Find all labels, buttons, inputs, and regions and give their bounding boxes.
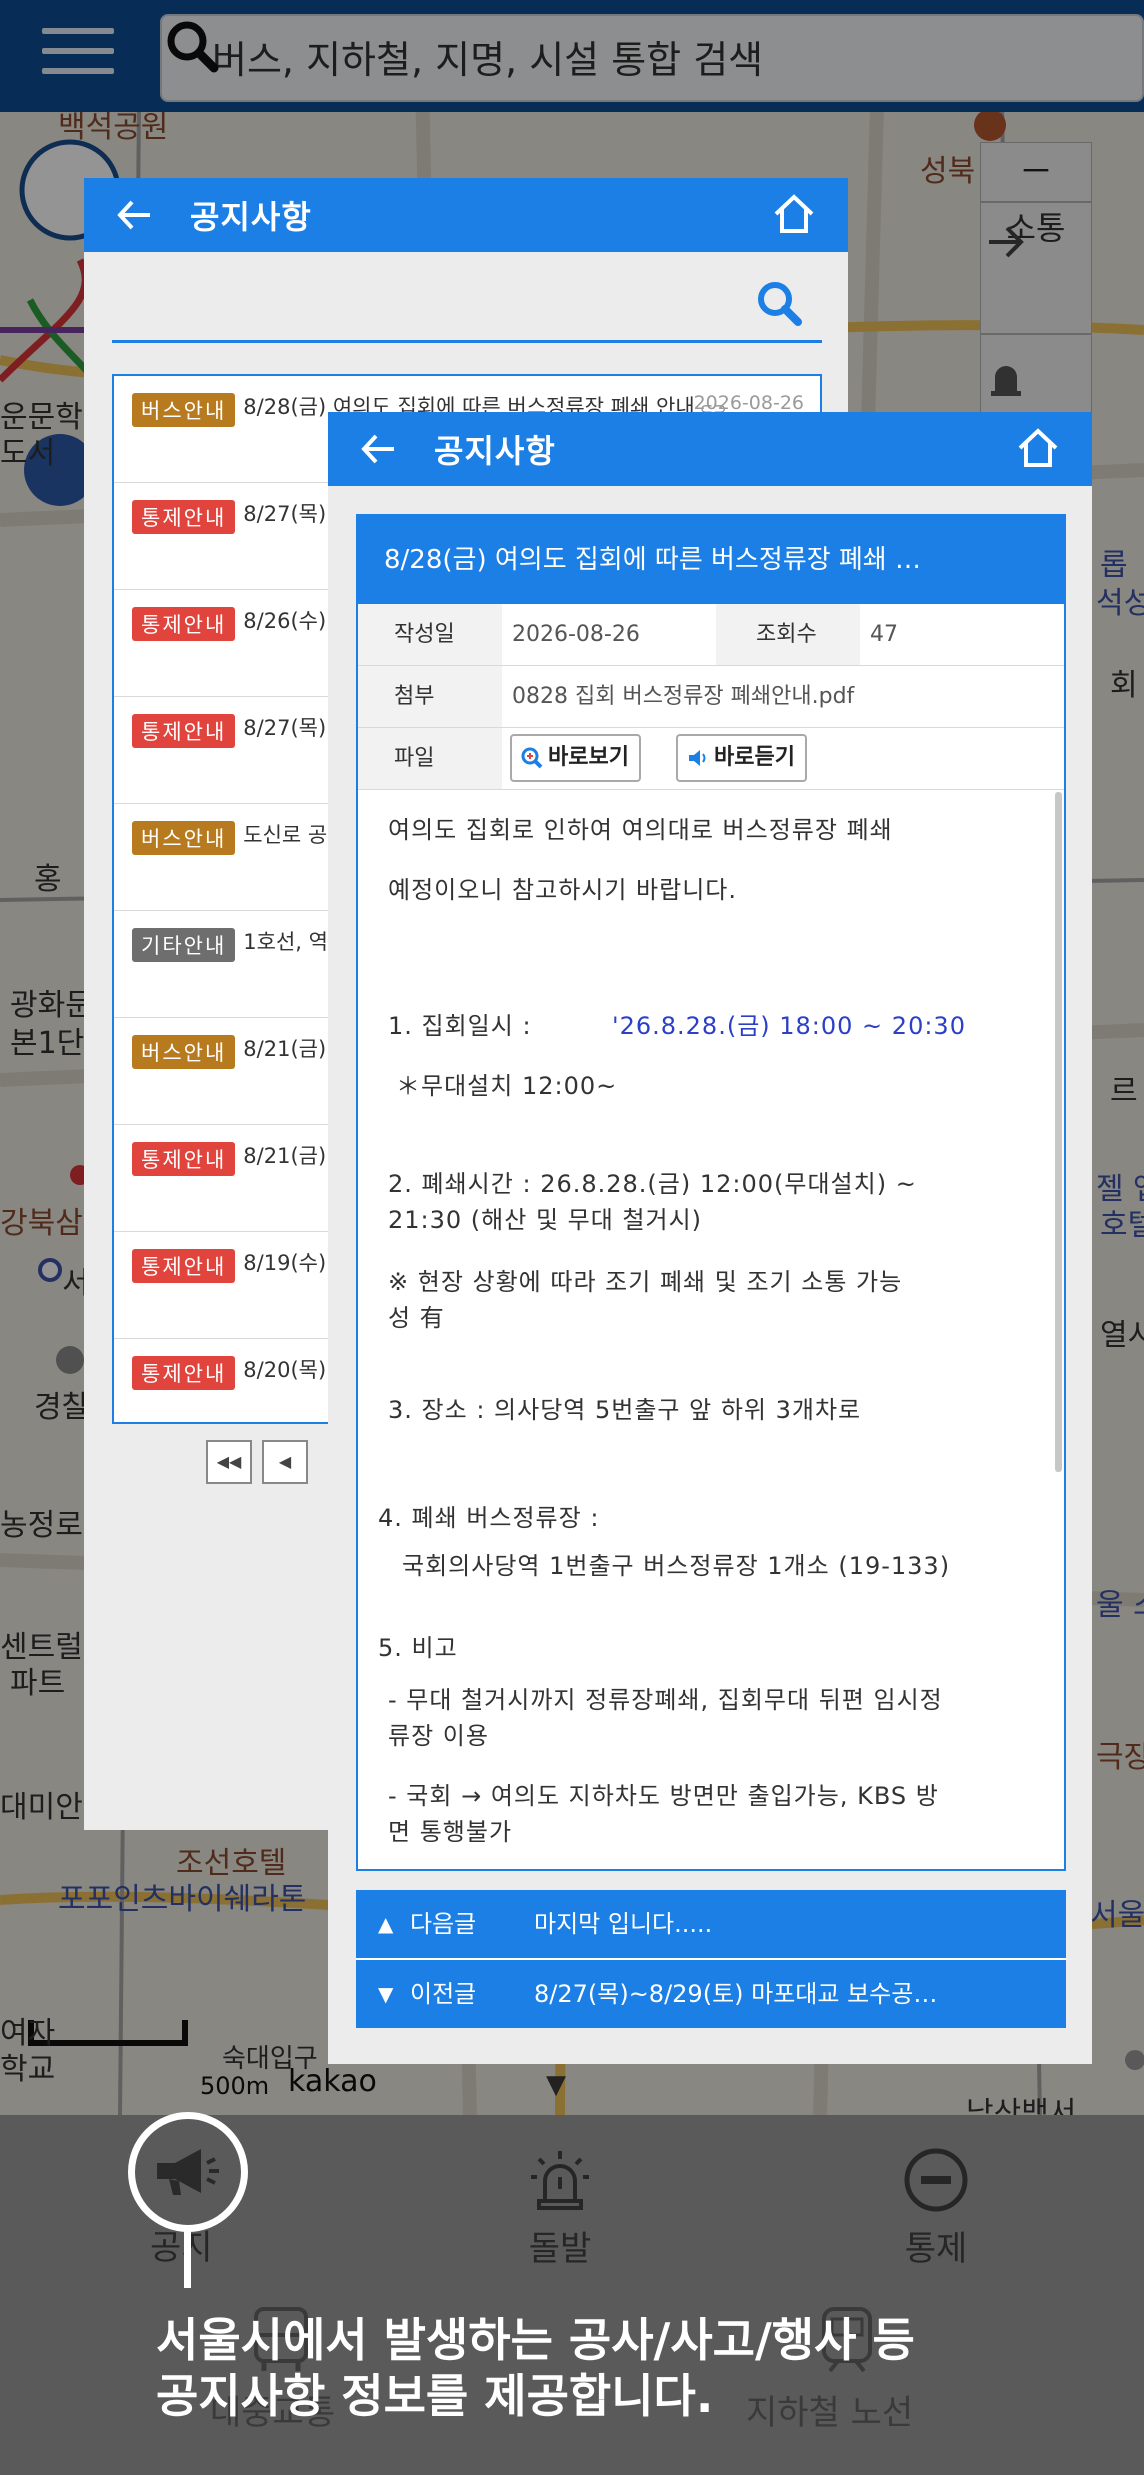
body-text: 국회의사당역 1번출구 버스정류장 1개소 (19-133): [402, 1552, 951, 1580]
prev-post-link[interactable]: ▼ 이전글 8/27(목)~8/29(토) 마포대교 보수공…: [356, 1960, 1066, 2028]
body-text: 5. 비고: [378, 1634, 458, 1662]
notice-body: 여의도 집회로 인하여 여의대로 버스정류장 폐쇄 예정이오니 참고하시기 바랍…: [358, 790, 1048, 1850]
search-icon[interactable]: [754, 278, 804, 328]
body-text: 예정이오니 참고하시기 바랍니다.: [388, 876, 738, 904]
notice-search-input[interactable]: [112, 274, 742, 326]
notice-item-date: 2026-08-26: [693, 392, 804, 414]
panel-header: 공지사항: [84, 178, 848, 252]
pagination: ◀◀ ◀: [206, 1440, 318, 1486]
prev-page-button[interactable]: ◀: [262, 1440, 308, 1484]
body-text: ※ 현장 상황에 따라 조기 폐쇄 및 조기 소통 가능: [388, 1268, 903, 1296]
date-value: 2026-08-26: [512, 622, 640, 647]
attachment-label: 첨부: [358, 666, 502, 727]
next-post-title: 마지막 입니다.....: [534, 1910, 713, 1938]
up-triangle-icon: ▲: [378, 1912, 394, 1936]
meta-row-attachment: 첨부 0828 집회 버스정류장 폐쇄안내.pdf: [358, 666, 1064, 728]
date-label: 작성일: [358, 604, 502, 665]
body-text: - 국회 → 여의도 지하차도 방면만 출입가능, KBS 방: [388, 1782, 939, 1810]
notice-detail-panel: 공지사항 8/28(금) 여의도 집회에 따른 버스정류장 폐쇄 … 작성일 2…: [328, 412, 1092, 2064]
next-post-label: 다음글: [410, 1910, 477, 1938]
category-badge: 통제안내: [132, 1141, 236, 1176]
nav-control[interactable]: 통제: [876, 2145, 996, 2270]
nav-notice-label: 공지: [150, 2228, 213, 2268]
body-text: 류장 이용: [388, 1722, 489, 1750]
search-underline: [112, 340, 822, 343]
category-badge: 통제안내: [132, 713, 236, 748]
tooltip: 서울시에서 발생하는 공사/사고/행사 등 공지사항 정보를 제공합니다.: [156, 2312, 915, 2424]
down-triangle-icon: ▼: [378, 1982, 394, 2006]
nav-notice[interactable]: [128, 2112, 248, 2232]
category-badge: 기타안내: [132, 927, 236, 962]
body-text: 여의도 집회로 인하여 여의대로 버스정류장 폐쇄: [388, 816, 893, 844]
views-value: 47: [870, 622, 898, 647]
view-file-button[interactable]: 바로보기: [510, 734, 641, 782]
category-badge: 버스안내: [132, 820, 236, 855]
body-text: - 무대 철거시까지 정류장폐쇄, 집회무대 뒤편 임시정: [388, 1686, 943, 1714]
home-icon[interactable]: [1014, 424, 1062, 472]
meta-row-file: 파일 바로보기 바로듣기: [358, 728, 1064, 790]
listen-file-button[interactable]: 바로듣기: [676, 734, 807, 782]
body-text: 2. 폐쇄시간 : 26.8.28.(금) 12:00(무대설치) ~: [388, 1170, 917, 1198]
category-badge: 통제안내: [132, 499, 236, 534]
body-text: 3. 장소 : 의사당역 5번출구 앞 하위 3개차로: [388, 1396, 862, 1424]
category-badge: 버스안내: [132, 392, 236, 427]
meta-row-date: 작성일 2026-08-26 조회수 47: [358, 604, 1064, 666]
megaphone-icon: [157, 2149, 219, 2195]
category-badge: 버스안내: [132, 1034, 236, 1069]
notice-title: 8/28(금) 여의도 집회에 따른 버스정류장 폐쇄 …: [358, 516, 1064, 604]
back-arrow-icon[interactable]: [356, 426, 402, 472]
views-label: 조회수: [716, 604, 860, 665]
file-label: 파일: [358, 728, 502, 789]
tooltip-line: 서울시에서 발생하는 공사/사고/행사 등: [156, 2313, 915, 2367]
zoom-in-icon: [521, 747, 543, 769]
category-badge: 통제안내: [132, 1248, 236, 1283]
body-text: 21:30 (해산 및 무대 철거시): [388, 1206, 703, 1234]
panel-title: 공지사항: [434, 432, 556, 470]
no-entry-icon: [904, 2148, 968, 2212]
body-text: 1. 집회일시 :: [388, 1012, 532, 1040]
prev-post-label: 이전글: [410, 1980, 477, 2008]
home-icon[interactable]: [770, 190, 818, 238]
siren-icon: [531, 2151, 589, 2210]
down-arrow-icon: ▼: [546, 2070, 566, 2100]
body-text: 면 통행불가: [388, 1818, 513, 1846]
body-text-highlight: '26.8.28.(금) 18:00 ~ 20:30: [612, 1012, 966, 1040]
category-badge: 통제안내: [132, 1355, 236, 1390]
back-arrow-icon[interactable]: [112, 192, 158, 238]
body-text: ＊무대설치 12:00~: [396, 1072, 618, 1100]
next-post-link[interactable]: ▲ 다음글 마지막 입니다.....: [356, 1890, 1066, 1958]
tooltip-pointer: [184, 2228, 191, 2288]
category-badge: 통제안내: [132, 606, 236, 641]
tooltip-line: 공지사항 정보를 제공합니다.: [156, 2369, 714, 2423]
body-text: 성 有: [388, 1304, 445, 1332]
prev-post-title: 8/27(목)~8/29(토) 마포대교 보수공…: [534, 1980, 938, 2008]
panel-header: 공지사항: [328, 412, 1092, 486]
scrollbar[interactable]: [1055, 792, 1062, 1472]
notice-detail-card: 8/28(금) 여의도 집회에 따른 버스정류장 폐쇄 … 작성일 2026-0…: [356, 514, 1066, 1871]
body-text: 4. 폐쇄 버스정류장 :: [378, 1504, 600, 1532]
speaker-icon: [689, 750, 706, 766]
nav-incident[interactable]: 돌발: [500, 2145, 620, 2270]
panel-title: 공지사항: [190, 198, 312, 236]
attachment-link[interactable]: 0828 집회 버스정류장 폐쇄안내.pdf: [512, 666, 854, 727]
first-page-button[interactable]: ◀◀: [206, 1440, 252, 1484]
